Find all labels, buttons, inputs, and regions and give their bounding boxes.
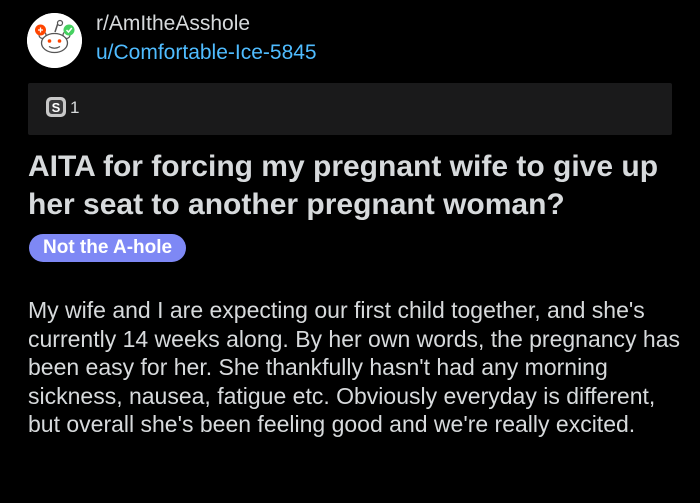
subreddit-name[interactable]: r/AmItheAsshole — [96, 12, 250, 36]
reddit-snoo-icon — [27, 13, 82, 68]
post-flair[interactable]: Not the A-hole — [29, 234, 187, 262]
silver-award-icon[interactable]: S — [45, 96, 67, 118]
subreddit-avatar[interactable] — [27, 13, 82, 68]
post-title[interactable]: AITA for forcing my pregnant wife to giv… — [28, 148, 678, 224]
awards-bar: S 1 — [28, 83, 672, 135]
award-count: 1 — [70, 98, 80, 117]
author-username[interactable]: u/Comfortable-Ice-5845 — [96, 41, 317, 65]
post-body: My wife and I are expecting our first ch… — [28, 297, 681, 437]
svg-text:S: S — [52, 100, 61, 115]
